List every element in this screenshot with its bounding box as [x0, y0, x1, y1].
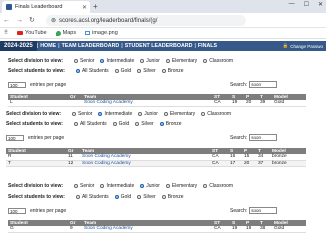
new-tab-icon[interactable]: + — [93, 2, 98, 11]
radio-intermediate[interactable] — [100, 184, 105, 188]
entries-per-page: 100 entries per page — [6, 135, 65, 141]
reload-icon[interactable]: ↻ — [29, 16, 35, 24]
entries-select[interactable]: 100 — [8, 82, 26, 88]
tab-title: Finals Leaderboard — [15, 4, 63, 10]
radio-elementary[interactable] — [165, 184, 170, 188]
change-password-link[interactable]: 🔒 Change Passwo — [283, 43, 323, 49]
image-icon — [85, 31, 91, 35]
radio-classroom[interactable] — [203, 184, 208, 188]
youtube-icon — [17, 31, 24, 35]
nav-team-leaderboard[interactable]: TEAM LEADERBOARD — [60, 43, 122, 49]
browser-tab[interactable]: Finals Leaderboard ✕ — [2, 1, 90, 13]
window-controls: — ☐ ✕ — [289, 1, 323, 8]
radio-gold[interactable] — [114, 69, 119, 73]
results-table: Student Gr Team ST SP T Model R 11 Soon Codi… — [6, 148, 306, 167]
radio-intermediate[interactable] — [98, 112, 103, 116]
radio-intermediate[interactable] — [100, 59, 105, 63]
radio-senior[interactable] — [74, 184, 79, 188]
maximize-icon[interactable]: ☐ — [304, 1, 309, 8]
address-toolbar: ← → ↻ ⊚ scores.acsl.org/leaderboard/fina… — [0, 13, 326, 28]
search-input[interactable]: soon — [249, 207, 278, 214]
radio-all-students[interactable] — [75, 195, 80, 199]
search: Search: soon — [230, 207, 278, 214]
radio-junior[interactable] — [140, 184, 145, 188]
radio-silver[interactable] — [135, 122, 140, 126]
radio-bronze[interactable] — [159, 122, 164, 126]
browser-tab-bar: Finals Leaderboard ✕ + — ☐ ✕ — [0, 0, 326, 13]
search: Search: soon — [230, 81, 278, 88]
url-text: scores.acsl.org/leaderboard/finals/(g/ — [59, 17, 158, 24]
table-row: G9 Soon Coding Academy CA 19 19 38 Gold — [8, 226, 306, 233]
apps-icon[interactable]: ⠿ — [4, 30, 8, 36]
results-table: Student Gr Team ST SP T Model G9 Soon Codin… — [8, 220, 306, 233]
maps-icon — [55, 30, 61, 36]
site-info-icon[interactable]: ⊚ — [51, 17, 56, 24]
students-filter: Select students to view: All Students Go… — [6, 121, 182, 127]
search-input[interactable]: soon — [249, 81, 278, 88]
bookmark-maps[interactable]: Maps — [55, 30, 76, 36]
minimize-icon[interactable]: — — [289, 1, 295, 8]
entries-select[interactable]: 100 — [6, 135, 24, 141]
students-filter: Select students to view: All Students Go… — [8, 194, 184, 200]
favicon-icon — [6, 4, 12, 10]
division-filter: Select division to view: Senior Intermed… — [8, 58, 234, 64]
bookmark-image[interactable]: image.png — [85, 30, 118, 36]
bookmarks-bar: ⠿ YouTube Maps image.png — [0, 28, 326, 39]
search-input[interactable]: soon — [249, 134, 278, 141]
radio-junior[interactable] — [140, 59, 145, 63]
entries-select[interactable]: 100 — [8, 208, 26, 214]
radio-silver[interactable] — [137, 195, 142, 199]
radio-junior[interactable] — [138, 112, 143, 116]
team-link[interactable]: Soon Coding Academy — [82, 226, 212, 233]
radio-classroom[interactable] — [203, 59, 208, 63]
radio-silver[interactable] — [137, 69, 142, 73]
entries-per-page: 100 entries per page — [8, 208, 67, 214]
back-icon[interactable]: ← — [3, 17, 10, 24]
results-table: Student Gr Team ST SP T Model L Soon Coding… — [8, 94, 306, 107]
table-row: L Soon Coding Academy CA 19 20 39 Gold — [8, 100, 306, 107]
bookmark-youtube[interactable]: YouTube — [17, 30, 47, 36]
table-row: T 12 Soon Coding Academy CA 17 20 37 bronze — [6, 160, 306, 167]
radio-classroom[interactable] — [201, 112, 206, 116]
season-year: 2024-2025 — [0, 41, 37, 51]
radio-elementary[interactable] — [163, 112, 168, 116]
radio-all-students[interactable] — [73, 122, 78, 126]
entries-per-page: 100 entries per page — [8, 82, 67, 88]
lock-icon: 🔒 — [282, 43, 289, 48]
division-filter: Select division to view: Senior Intermed… — [8, 183, 234, 189]
nav-finals[interactable]: FINALS — [196, 43, 219, 49]
url-bar[interactable]: ⊚ scores.acsl.org/leaderboard/finals/(g/ — [46, 15, 246, 26]
radio-gold[interactable] — [114, 195, 119, 199]
radio-senior[interactable] — [72, 112, 77, 116]
radio-bronze[interactable] — [161, 195, 166, 199]
nav-student-leaderboard[interactable]: STUDENT LEADERBOARD — [123, 43, 195, 49]
students-filter: Select students to view: All Students Go… — [8, 68, 184, 74]
forward-icon[interactable]: → — [16, 17, 23, 24]
search: Search: soon — [230, 134, 278, 141]
nav-home[interactable]: HOME — [38, 43, 58, 49]
site-nav: 2024-2025 | HOME | TEAM LEADERBOARD | STUD… — [0, 41, 326, 51]
radio-all-students[interactable] — [75, 69, 80, 73]
close-window-icon[interactable]: ✕ — [318, 1, 323, 8]
radio-elementary[interactable] — [165, 59, 170, 63]
radio-bronze[interactable] — [161, 69, 166, 73]
close-icon[interactable]: ✕ — [82, 4, 87, 11]
team-link[interactable]: Soon Coding Academy — [82, 100, 212, 107]
team-link[interactable]: Soon Coding Academy — [80, 160, 210, 167]
radio-gold[interactable] — [112, 122, 117, 126]
radio-senior[interactable] — [74, 59, 79, 63]
division-filter: Select division to view: Senior Intermed… — [6, 111, 232, 117]
